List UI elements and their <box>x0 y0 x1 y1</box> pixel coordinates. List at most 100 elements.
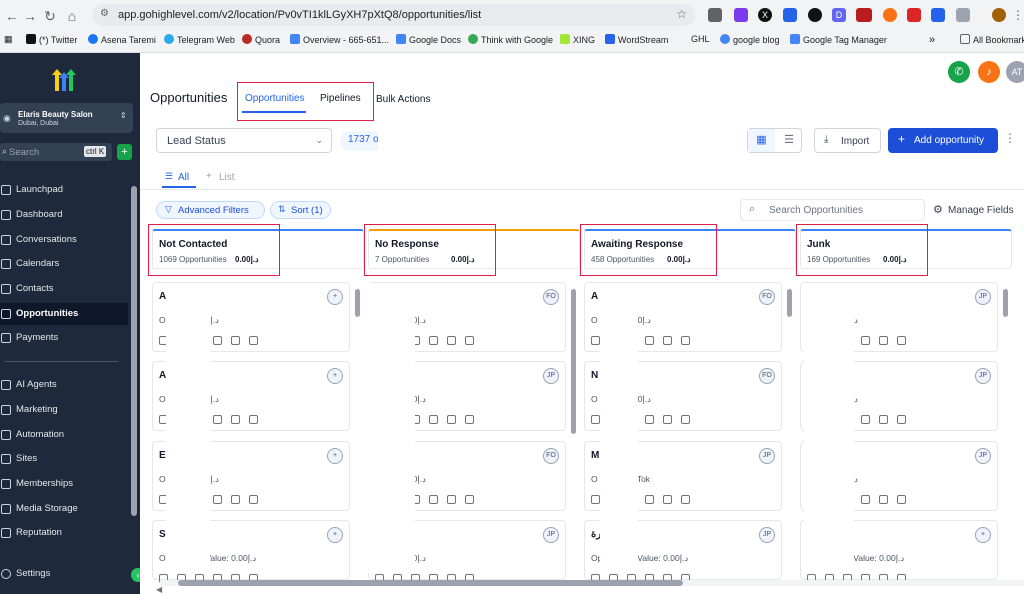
card-action-icon[interactable] <box>897 415 906 424</box>
card-action-icon[interactable] <box>591 495 600 504</box>
assignee-avatar[interactable]: + <box>327 289 343 305</box>
horizontal-scrollbar-track[interactable] <box>160 580 1024 586</box>
card-action-icon[interactable] <box>897 495 906 504</box>
card-action-icon[interactable] <box>465 495 474 504</box>
phone-icon[interactable]: ✆ <box>948 61 970 83</box>
bookmark-telegram[interactable]: Telegram Web <box>164 34 235 45</box>
x-ext-icon[interactable]: X <box>758 8 772 22</box>
assignee-avatar[interactable]: + <box>327 368 343 384</box>
bookmark-wordstream[interactable]: WordStream <box>605 34 668 45</box>
sidebar-item-ai-agents[interactable]: AI Agents <box>0 374 128 396</box>
card-action-icon[interactable] <box>645 415 654 424</box>
card-action-icon[interactable] <box>879 495 888 504</box>
red-ext-icon[interactable] <box>907 8 921 22</box>
horizontal-scrollbar-thumb[interactable] <box>178 580 683 586</box>
sidebar-item-automation[interactable]: Automation <box>0 424 128 446</box>
card-action-icon[interactable] <box>681 336 690 345</box>
bookmark-xing[interactable]: XING <box>560 34 595 45</box>
bookmark-asena[interactable]: Asena Taremi <box>88 34 156 45</box>
card-action-icon[interactable] <box>249 336 258 345</box>
assignee-avatar[interactable]: + <box>327 527 343 543</box>
circle-ext-icon[interactable] <box>808 8 822 22</box>
drop-ext-icon[interactable] <box>931 8 945 22</box>
sidebar-item-media-storage[interactable]: Media Storage <box>0 498 128 520</box>
home-icon[interactable]: ⌂ <box>64 8 80 24</box>
card-action-icon[interactable] <box>231 495 240 504</box>
card-action-icon[interactable] <box>663 495 672 504</box>
advanced-filters-button[interactable]: ▽ Advanced Filters <box>156 201 265 219</box>
quick-add-icon[interactable]: + <box>117 144 132 160</box>
reload-icon[interactable]: ↻ <box>42 8 58 24</box>
bookmark-ghl[interactable]: GHL <box>691 34 710 44</box>
bookmark-tag-manager[interactable]: Google Tag Manager <box>790 34 887 45</box>
sidebar-item-sites[interactable]: Sites <box>0 448 128 470</box>
extensions-icon[interactable] <box>956 8 970 22</box>
menu-icon[interactable]: ⋮ <box>1012 8 1024 22</box>
tab-bulk-actions[interactable]: Bulk Actions <box>376 94 430 105</box>
card-action-icon[interactable] <box>429 336 438 345</box>
assignee-avatar[interactable]: JP <box>975 289 991 305</box>
assignee-avatar[interactable]: JP <box>543 527 559 543</box>
sidebar-item-calendars[interactable]: Calendars <box>0 253 128 275</box>
title-ext-icon[interactable] <box>856 8 872 22</box>
card-action-icon[interactable] <box>879 415 888 424</box>
card-action-icon[interactable] <box>897 336 906 345</box>
card-action-icon[interactable] <box>465 336 474 345</box>
manage-fields-button[interactable]: Manage Fields <box>948 205 1014 216</box>
add-view-plus-icon[interactable]: + <box>206 171 212 182</box>
card-action-icon[interactable] <box>249 415 258 424</box>
view-all-tab[interactable]: All <box>178 172 189 183</box>
sidebar-item-memberships[interactable]: Memberships <box>0 473 128 495</box>
d-ext-icon[interactable]: D <box>832 8 846 22</box>
card-action-icon[interactable] <box>231 336 240 345</box>
card-action-icon[interactable] <box>429 415 438 424</box>
back-icon[interactable]: ← <box>4 8 20 24</box>
card-action-icon[interactable] <box>447 415 456 424</box>
site-info-icon[interactable]: ⚙ <box>100 8 109 19</box>
bookmark-google-docs[interactable]: Google Docs <box>396 34 461 45</box>
bookmark-think-google[interactable]: Think with Google <box>468 34 553 45</box>
card-action-icon[interactable] <box>663 415 672 424</box>
card-action-icon[interactable] <box>249 495 258 504</box>
assignee-avatar[interactable]: FO <box>543 448 559 464</box>
sidebar-item-payments[interactable]: Payments <box>0 327 128 349</box>
sidebar-item-launchpad[interactable]: Launchpad <box>0 179 128 201</box>
sidebar-item-conversations[interactable]: Conversations <box>0 229 128 251</box>
apps-icon[interactable]: ▦ <box>4 34 13 45</box>
card-action-icon[interactable] <box>681 495 690 504</box>
tag-ext-icon[interactable] <box>783 8 797 22</box>
card-action-icon[interactable] <box>861 415 870 424</box>
card-action-icon[interactable] <box>591 336 600 345</box>
sidebar-scrollbar[interactable] <box>131 186 137 516</box>
address-bar[interactable]: ⚙ app.gohighlevel.com/v2/location/Pv0vTI… <box>92 4 695 26</box>
bell-icon[interactable]: ♪ <box>978 61 1000 83</box>
board-view-icon[interactable]: ▦ <box>748 129 775 152</box>
sidebar-item-reputation[interactable]: Reputation <box>0 522 128 544</box>
bookmark-google-blog[interactable]: google blog <box>720 34 780 45</box>
card-action-icon[interactable] <box>663 336 672 345</box>
sidebar-search[interactable]: ⌕ Search ctrl K <box>0 143 112 161</box>
scroll-left-icon[interactable]: ◀ <box>156 585 162 594</box>
sidebar-item-contacts[interactable]: Contacts <box>0 278 128 300</box>
assignee-avatar[interactable]: JP <box>543 368 559 384</box>
camera-ext-icon[interactable] <box>708 8 722 22</box>
card-action-icon[interactable] <box>681 415 690 424</box>
column-scrollbar[interactable] <box>787 289 792 317</box>
assignee-avatar[interactable]: JP <box>975 368 991 384</box>
list-view-icon[interactable]: ☰ <box>776 129 802 152</box>
bookmark-star-icon[interactable]: ☆ <box>676 7 687 21</box>
card-action-icon[interactable] <box>645 336 654 345</box>
more-bookmarks-icon[interactable]: » <box>929 34 935 46</box>
card-action-icon[interactable] <box>861 495 870 504</box>
add-opportunity-button[interactable]: + Add opportunity <box>888 128 998 153</box>
assignee-avatar[interactable]: JP <box>759 527 775 543</box>
sort-button[interactable]: ⇅ Sort (1) <box>270 201 331 219</box>
card-action-icon[interactable] <box>591 415 600 424</box>
user-avatar[interactable]: AT <box>1006 61 1024 83</box>
card-action-icon[interactable] <box>447 495 456 504</box>
assignee-avatar[interactable]: JP <box>759 448 775 464</box>
assignee-avatar[interactable]: JP <box>975 448 991 464</box>
column-scrollbar[interactable] <box>355 289 360 317</box>
bookmark-all[interactable]: All Bookmarks <box>960 34 1024 45</box>
profile-avatar-icon[interactable] <box>992 8 1006 22</box>
